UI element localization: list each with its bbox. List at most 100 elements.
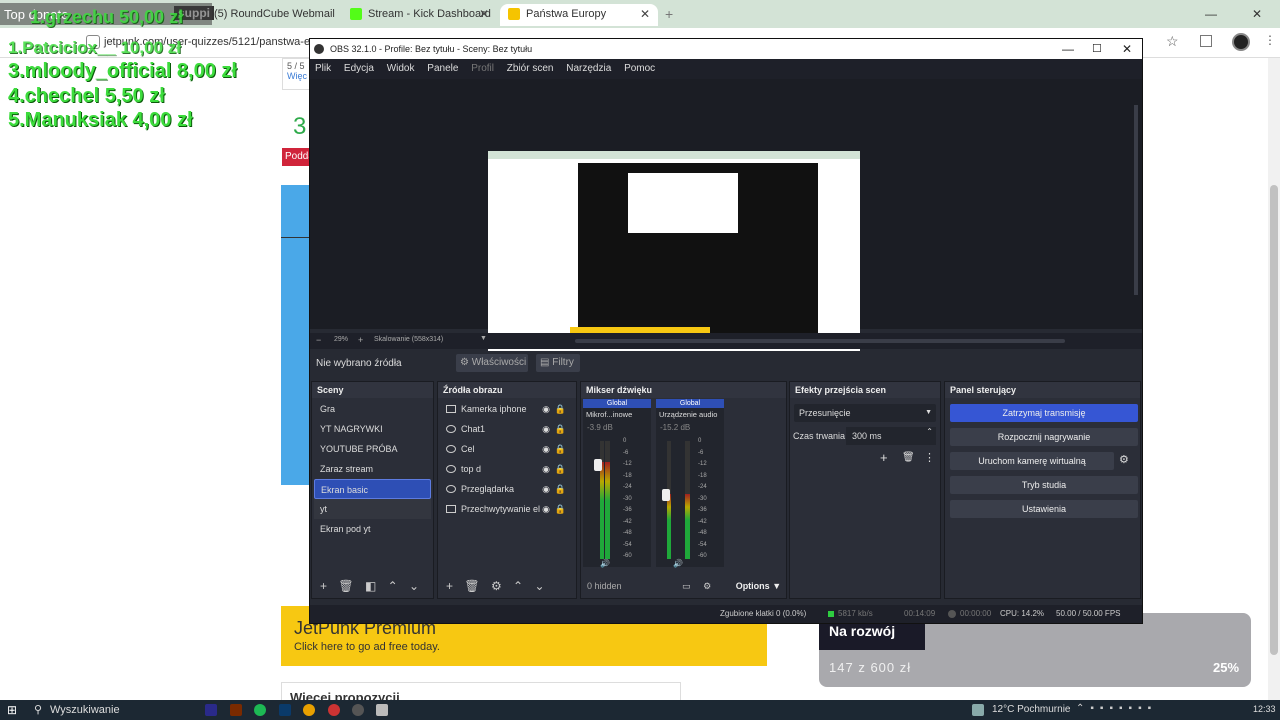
move-down-icon[interactable]: ⌄: [534, 576, 544, 596]
speaker-icon[interactable]: 🔊: [673, 559, 683, 568]
obs-maximize-icon[interactable]: ☐: [1092, 39, 1102, 59]
virtual-camera-settings-icon[interactable]: ⚙: [1119, 453, 1129, 466]
search-icon[interactable]: ⚲: [34, 703, 42, 716]
minimize-button[interactable]: —: [1188, 0, 1234, 28]
spotify-app-icon[interactable]: [254, 704, 266, 716]
obs-minimize-icon[interactable]: —: [1062, 39, 1074, 59]
source-item[interactable]: Chat1 ◉ 🔒: [440, 419, 574, 439]
lock-icon[interactable]: 🔒: [555, 419, 566, 439]
mixer-settings-icon[interactable]: ⚙: [703, 576, 711, 596]
visibility-eye-icon[interactable]: ◉: [542, 439, 550, 459]
start-recording-button[interactable]: Rozpocznij nagrywanie: [950, 428, 1138, 446]
visibility-eye-icon[interactable]: ◉: [542, 479, 550, 499]
give-up-button[interactable]: Podda: [282, 148, 310, 166]
scrollbar-thumb[interactable]: [1270, 185, 1278, 655]
remove-scene-icon[interactable]: 🗑: [338, 576, 353, 596]
settings-button[interactable]: Ustawienia: [950, 500, 1138, 518]
lock-icon[interactable]: 🔒: [555, 499, 566, 519]
more-options-icon[interactable]: ⋮: [924, 451, 935, 464]
scene-filters-icon[interactable]: ◧: [365, 576, 376, 596]
studio-mode-button[interactable]: Tryb studia: [950, 476, 1138, 494]
extensions-icon[interactable]: [1200, 35, 1212, 47]
scene-item-hover[interactable]: yt: [314, 499, 431, 519]
lock-icon[interactable]: 🔒: [555, 479, 566, 499]
menu-edycja[interactable]: Edycja: [339, 59, 379, 74]
source-item[interactable]: top d ◉ 🔒: [440, 459, 574, 479]
lock-icon[interactable]: 🔒: [555, 399, 566, 419]
menu-widok[interactable]: Widok: [382, 59, 420, 74]
close-window-button[interactable]: ✕: [1234, 0, 1280, 28]
zoom-in-icon[interactable]: +: [358, 335, 363, 345]
add-source-icon[interactable]: +: [446, 576, 453, 596]
scene-item[interactable]: Ekran pod yt: [314, 519, 431, 539]
chrome-app-icon[interactable]: [303, 704, 315, 716]
options-button[interactable]: Options ▼: [728, 576, 781, 596]
lock-icon[interactable]: 🔒: [555, 459, 566, 479]
move-down-icon[interactable]: ⌄: [409, 576, 419, 596]
menu-profil[interactable]: Profil: [466, 59, 499, 74]
premiere-app-icon[interactable]: [205, 704, 217, 716]
volume-slider-handle[interactable]: [662, 489, 670, 501]
scale-dropdown-icon[interactable]: ▼: [480, 335, 487, 342]
menu-pomoc[interactable]: Pomoc: [619, 59, 660, 74]
menu-panele[interactable]: Panele: [422, 59, 463, 74]
visibility-eye-icon[interactable]: ◉: [542, 399, 550, 419]
add-transition-icon[interactable]: +: [880, 450, 888, 465]
source-item[interactable]: Kamerka iphone ◉ 🔒: [440, 399, 574, 419]
obs-preview[interactable]: [310, 79, 1142, 359]
visibility-eye-icon[interactable]: ◉: [542, 419, 550, 439]
close-tab-icon[interactable]: ✕: [479, 4, 489, 24]
obs-close-icon[interactable]: ✕: [1122, 39, 1132, 59]
close-tab-icon[interactable]: ✕: [640, 4, 650, 24]
menu-dots-icon[interactable]: ⋮: [1264, 33, 1276, 47]
properties-button[interactable]: ⚙ Właściwości: [456, 354, 528, 372]
scene-item[interactable]: Zaraz stream: [314, 459, 431, 479]
filters-button[interactable]: ▤ Filtry: [536, 354, 580, 372]
chrome-profile-app-icon[interactable]: [328, 704, 340, 716]
stop-streaming-button[interactable]: Zatrzymaj transmisję: [950, 404, 1138, 422]
obs-app-icon[interactable]: [352, 704, 364, 716]
move-up-icon[interactable]: ⌃: [388, 576, 398, 596]
more-link[interactable]: Więc: [287, 71, 307, 81]
menu-zbior-scen[interactable]: Zbiór scen: [502, 59, 559, 74]
volume-slider-handle[interactable]: [594, 459, 602, 471]
transition-select[interactable]: Przesunięcie ▼: [794, 404, 936, 422]
source-settings-icon[interactable]: ⚙: [491, 576, 502, 596]
add-scene-icon[interactable]: +: [320, 576, 327, 596]
remove-source-icon[interactable]: 🗑: [464, 576, 479, 596]
preview-scrollbar[interactable]: [1134, 105, 1138, 295]
menu-plik[interactable]: Plik: [310, 59, 336, 74]
zoom-out-icon[interactable]: −: [316, 335, 321, 345]
tray-icons[interactable]: ⌃▪▪▪▪▪▪▪: [1076, 703, 1157, 714]
channel-name[interactable]: Mikrof...inowe: [583, 408, 651, 421]
menu-narzedzia[interactable]: Narzędzia: [561, 59, 616, 74]
scene-item[interactable]: Gra: [314, 399, 431, 419]
visibility-eye-icon[interactable]: ◉: [542, 499, 550, 519]
bookmark-star-icon[interactable]: ☆: [1166, 33, 1179, 50]
remove-transition-icon[interactable]: 🗑: [902, 452, 915, 463]
avatar[interactable]: [1232, 33, 1250, 51]
tab-kick-dashboard[interactable]: Stream - Kick Dashboard ✕: [342, 4, 497, 26]
source-item[interactable]: Przechwytywanie el ◉ 🔒: [440, 499, 574, 519]
layout-icon[interactable]: ▭: [682, 576, 691, 596]
scene-item[interactable]: YOUTUBE PRÓBA: [314, 439, 431, 459]
channel-name[interactable]: Urządzenie audio: [656, 408, 724, 421]
visibility-eye-icon[interactable]: ◉: [542, 459, 550, 479]
scene-item-selected[interactable]: Ekran basic: [314, 479, 431, 499]
scene-item[interactable]: YT NAGRYWKI: [314, 419, 431, 439]
illustrator-app-icon[interactable]: [230, 704, 242, 716]
source-item[interactable]: Cel ◉ 🔒: [440, 439, 574, 459]
new-tab-button[interactable]: +: [665, 6, 673, 22]
horizontal-scrollbar[interactable]: [575, 339, 1065, 343]
speaker-icon[interactable]: 🔊: [600, 559, 610, 568]
taskbar-search[interactable]: Wyszukiwanie: [50, 704, 120, 716]
virtual-camera-button[interactable]: Uruchom kamerę wirtualną: [950, 452, 1114, 470]
start-button-icon[interactable]: ⊞: [7, 703, 17, 717]
move-up-icon[interactable]: ⌃: [513, 576, 523, 596]
duration-input[interactable]: 300 ms ⌃: [846, 427, 936, 445]
lock-icon[interactable]: 🔒: [555, 439, 566, 459]
tab-panstwa-europy[interactable]: Państwa Europy ✕: [500, 4, 658, 26]
spin-up-icon[interactable]: ⌃: [926, 423, 933, 441]
notes-app-icon[interactable]: [376, 704, 388, 716]
source-item[interactable]: Przeglądarka ◉ 🔒: [440, 479, 574, 499]
